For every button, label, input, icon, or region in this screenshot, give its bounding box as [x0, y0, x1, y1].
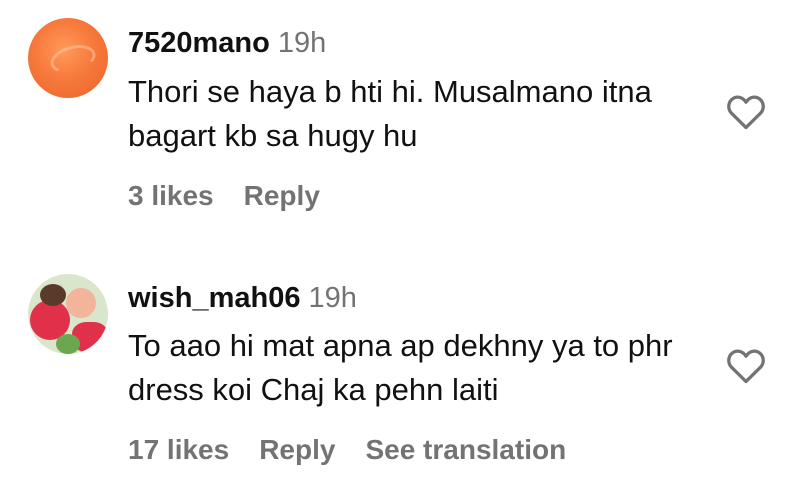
timestamp: 19h: [308, 282, 357, 314]
username-link[interactable]: 7520mano: [128, 27, 270, 59]
comment-header: wish_mah06 19h: [128, 282, 357, 315]
comment-text: To aao hi mat apna ap dekhny ya to phr d…: [128, 328, 673, 407]
comment-header: 7520mano 19h: [128, 27, 326, 60]
comment-item: wish_mah06 19h To aao hi mat apna ap dekh…: [0, 248, 788, 480]
avatar[interactable]: [28, 18, 108, 98]
username-link[interactable]: wish_mah06: [128, 282, 300, 314]
see-translation-button[interactable]: See translation: [365, 434, 566, 465]
avatar-decoration: [47, 40, 99, 78]
comment-actions: 17 likes Reply See translation: [128, 434, 596, 466]
comment-item: 7520mano 19h Thori se haya b hti hi. Musa…: [0, 0, 788, 240]
heart-outline-icon[interactable]: [726, 348, 766, 384]
reply-button[interactable]: Reply: [244, 180, 320, 211]
heart-outline-icon[interactable]: [726, 94, 766, 130]
timestamp: 19h: [277, 27, 327, 59]
comment-actions: 3 likes Reply: [128, 180, 350, 212]
avatar-decoration: [40, 284, 66, 306]
avatar-decoration: [56, 334, 80, 354]
avatar[interactable]: [28, 274, 108, 354]
comment-text: Thori se haya b hti hi. Musalmano itna b…: [128, 74, 652, 153]
likes-count[interactable]: 17 likes: [128, 434, 229, 465]
avatar-decoration: [66, 288, 96, 318]
likes-count[interactable]: 3 likes: [128, 180, 214, 211]
reply-button[interactable]: Reply: [259, 434, 335, 465]
